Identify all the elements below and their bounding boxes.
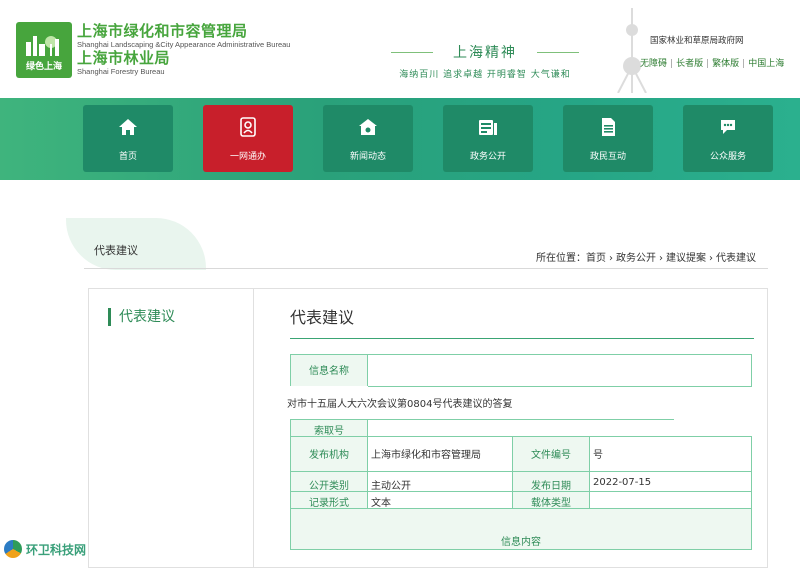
chat-icon [721, 120, 735, 134]
publisher-label: 发布机构 [309, 450, 349, 461]
elder-version-link[interactable]: 长者版 [676, 56, 703, 69]
slogan-subtitle: 海纳百川 追求卓越 开明睿智 大气谦和 [399, 70, 571, 80]
carrier-type-label: 载体类型 [531, 498, 571, 509]
org-names: 上海市绿化和市容管理局 Shanghai Landscaping &City A… [77, 22, 290, 76]
nav-label: 新闻动态 [349, 152, 386, 162]
nav-item-news[interactable]: 新闻动态 [323, 105, 413, 172]
open-type-label: 公开类别 [309, 481, 349, 492]
logo-text: 绿色上海 [25, 62, 62, 72]
table-line [290, 419, 674, 420]
index-no-label: 索取号 [314, 426, 344, 437]
breadcrumb: 所在位置：首页 › 政务公开 › 建议提案 › 代表建议 [536, 249, 756, 264]
accessibility-link[interactable]: 无障碍 [640, 56, 667, 69]
doc-number-value: 号 [593, 450, 603, 461]
table-line [290, 549, 752, 550]
separator: | [742, 59, 746, 69]
site-logo[interactable]: 绿色上海 [16, 22, 72, 78]
nav-label: 公众服务 [709, 152, 746, 162]
forestry-admin-link[interactable]: 国家林业和草原局政府网 [650, 34, 744, 46]
open-type-value: 主动公开 [371, 481, 411, 492]
slogan: 上海精神 海纳百川 追求卓越 开明睿智 大气谦和 [385, 42, 585, 80]
nav-label: 首页 [118, 152, 137, 162]
info-name-label: 信息名称 [309, 366, 349, 377]
breadcrumb-current[interactable]: 代表建议 [716, 253, 756, 264]
publish-date-label: 发布日期 [531, 481, 571, 492]
publisher-value: 上海市绿化和市容管理局 [371, 450, 481, 461]
org1-name-cn: 上海市绿化和市容管理局 [77, 22, 248, 40]
page-title: 代表建议 [290, 308, 355, 327]
record-form-label: 记录形式 [309, 498, 349, 509]
sidebar-divider [253, 288, 254, 568]
table-line [367, 354, 368, 386]
table-line [290, 471, 752, 472]
record-form-value: 文本 [371, 498, 391, 509]
nav-item-online-service[interactable]: 一网通办 [203, 105, 293, 172]
watermark-text: 环卫科技网 [26, 542, 87, 557]
breadcrumb-gov-open[interactable]: 政务公开 [616, 253, 656, 264]
nav-label: 政务公开 [469, 152, 506, 162]
site-header: 绿色上海 上海市绿化和市容管理局 Shanghai Landscaping &C… [0, 0, 800, 98]
separator: | [706, 59, 710, 69]
slogan-line-left [391, 52, 433, 53]
title-underline [290, 338, 754, 339]
table-line [751, 354, 752, 386]
doc-number-label: 文件编号 [531, 450, 571, 461]
table-line [751, 436, 752, 550]
table-line [368, 386, 752, 387]
section-title: 代表建议 [94, 244, 138, 257]
slogan-line-right [537, 52, 579, 53]
traditional-chinese-link[interactable]: 繁体版 [712, 56, 739, 69]
document-icon [602, 118, 615, 136]
news-icon [359, 119, 377, 135]
breadcrumb-prefix: 所在位置： [536, 253, 586, 264]
nav-item-gov-open[interactable]: 政务公开 [443, 105, 533, 172]
nav-label: 政民互动 [589, 152, 626, 162]
china-shanghai-link[interactable]: 中国上海 [748, 56, 784, 69]
watermark: 环卫科技网 [4, 540, 86, 558]
info-name-value: 对市十五届人大六次会议第0804号代表建议的答复 [287, 399, 513, 410]
skyline-icon [26, 36, 59, 56]
info-content-label: 信息内容 [501, 537, 541, 548]
watermark-logo-icon [4, 540, 22, 558]
org1-name-en: Shanghai Landscaping &City Appearance Ad… [77, 40, 291, 49]
breadcrumb-home[interactable]: 首页 [586, 253, 606, 264]
nav-item-public-service[interactable]: 公众服务 [683, 105, 773, 172]
nav-label: 一网通办 [229, 152, 266, 162]
main-nav: 首页 一网通办 新闻动态 政务公开 政民互动 公众服务 [0, 98, 800, 180]
divider [84, 268, 768, 269]
chevron-right-icon: › [609, 253, 613, 264]
service-icon [240, 117, 256, 137]
home-icon [119, 119, 137, 135]
chevron-right-icon: › [709, 253, 713, 264]
top-links: 无障碍 | 长者版 | 繁体版 | 中国上海 [640, 56, 784, 69]
nav-item-interaction[interactable]: 政民互动 [563, 105, 653, 172]
table-line [290, 354, 752, 355]
gov-open-icon [479, 120, 497, 135]
separator: | [670, 59, 674, 69]
org2-name-en: Shanghai Forestry Bureau [77, 67, 165, 76]
org2-name-cn: 上海市林业局 [77, 49, 171, 67]
sidebar-item-representative-proposals[interactable]: 代表建议 [108, 308, 175, 326]
pearl-tower-icon [617, 8, 647, 93]
nav-item-home[interactable]: 首页 [83, 105, 173, 172]
breadcrumb-proposals[interactable]: 建议提案 [666, 253, 706, 264]
chevron-right-icon: › [659, 253, 663, 264]
publish-date-value: 2022-07-15 [593, 477, 652, 488]
